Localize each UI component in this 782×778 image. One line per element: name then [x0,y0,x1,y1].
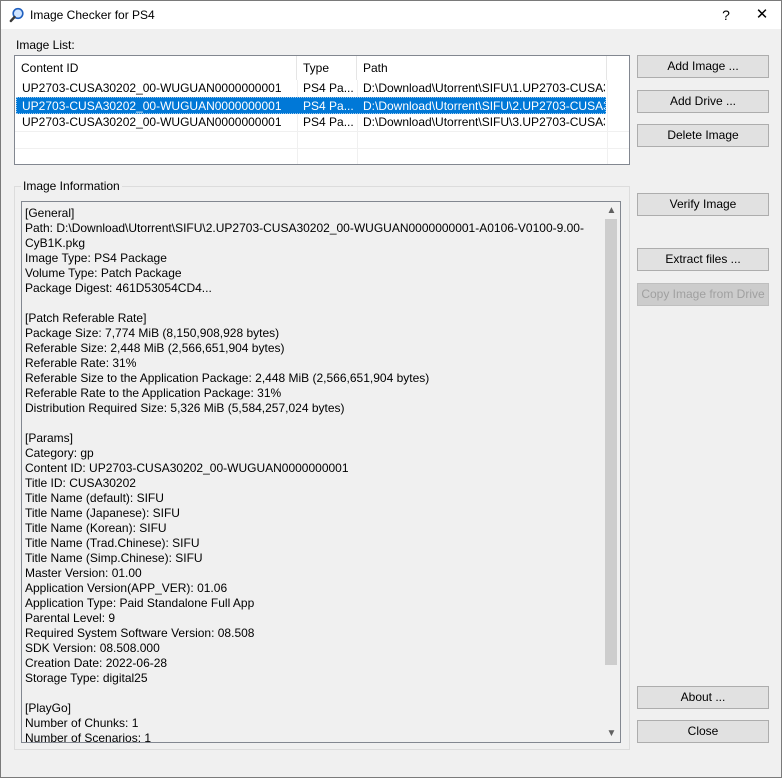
scrollbar-thumb[interactable] [605,219,617,665]
magnifier-app-icon [9,7,24,23]
type-cell: PS4 Pa... [303,115,354,129]
about-button[interactable]: About ... [637,686,769,709]
table-row[interactable]: UP2703-CUSA30202_00-WUGUAN0000000001 PS4… [16,114,606,131]
content-id-cell: UP2703-CUSA30202_00-WUGUAN0000000001 [22,115,282,129]
image-information-text[interactable]: [General] Path: D:\Download\Utorrent\SIF… [21,201,621,743]
list-header: Content ID Type Path [15,56,629,80]
vertical-scrollbar[interactable]: ▲ ▼ [603,202,620,742]
close-window-button[interactable]: ✕ [745,1,779,29]
image-information-label: Image Information [21,179,122,193]
copy-image-from-drive-button[interactable]: Copy Image from Drive [637,283,769,306]
column-header-content-id[interactable]: Content ID [15,56,297,80]
table-row-selected[interactable]: UP2703-CUSA30202_00-WUGUAN0000000001 PS4… [16,97,606,114]
delete-image-button[interactable]: Delete Image [637,124,769,147]
image-list[interactable]: Content ID Type Path UP2703-CUSA30202_00… [14,55,630,165]
extract-files-button[interactable]: Extract files ... [637,248,769,271]
column-header-type[interactable]: Type [297,56,357,80]
type-cell: PS4 Pa... [303,99,354,113]
add-drive-button[interactable]: Add Drive ... [637,90,769,113]
grid-line [15,148,629,149]
scroll-down-arrow-icon[interactable]: ▼ [603,725,620,742]
help-button[interactable]: ? [709,1,743,29]
table-row[interactable]: UP2703-CUSA30202_00-WUGUAN0000000001 PS4… [16,80,606,97]
type-cell: PS4 Pa... [303,81,354,95]
scroll-up-arrow-icon[interactable]: ▲ [603,202,620,219]
add-image-button[interactable]: Add Image ... [637,55,769,78]
info-text: [General] Path: D:\Download\Utorrent\SIF… [25,206,584,743]
app-window: Image Checker for PS4 ? ✕ Image List: Co… [0,0,782,778]
content-id-cell: UP2703-CUSA30202_00-WUGUAN0000000001 [22,81,282,95]
content-id-cell: UP2703-CUSA30202_00-WUGUAN0000000001 [22,99,282,113]
grid-line [607,80,608,164]
verify-image-button[interactable]: Verify Image [637,193,769,216]
path-cell: D:\Download\Utorrent\SIFU\1.UP2703-CUSA3… [363,81,605,95]
column-header-path[interactable]: Path [357,56,607,80]
close-button[interactable]: Close [637,720,769,743]
image-list-label: Image List: [16,38,75,52]
path-cell: D:\Download\Utorrent\SIFU\3.UP2703-CUSA3… [363,115,605,129]
title-bar[interactable]: Image Checker for PS4 ? ✕ [1,1,781,29]
grid-line [15,131,629,132]
window-title: Image Checker for PS4 [30,8,155,22]
path-cell: D:\Download\Utorrent\SIFU\2.UP2703-CUSA3… [363,99,605,113]
